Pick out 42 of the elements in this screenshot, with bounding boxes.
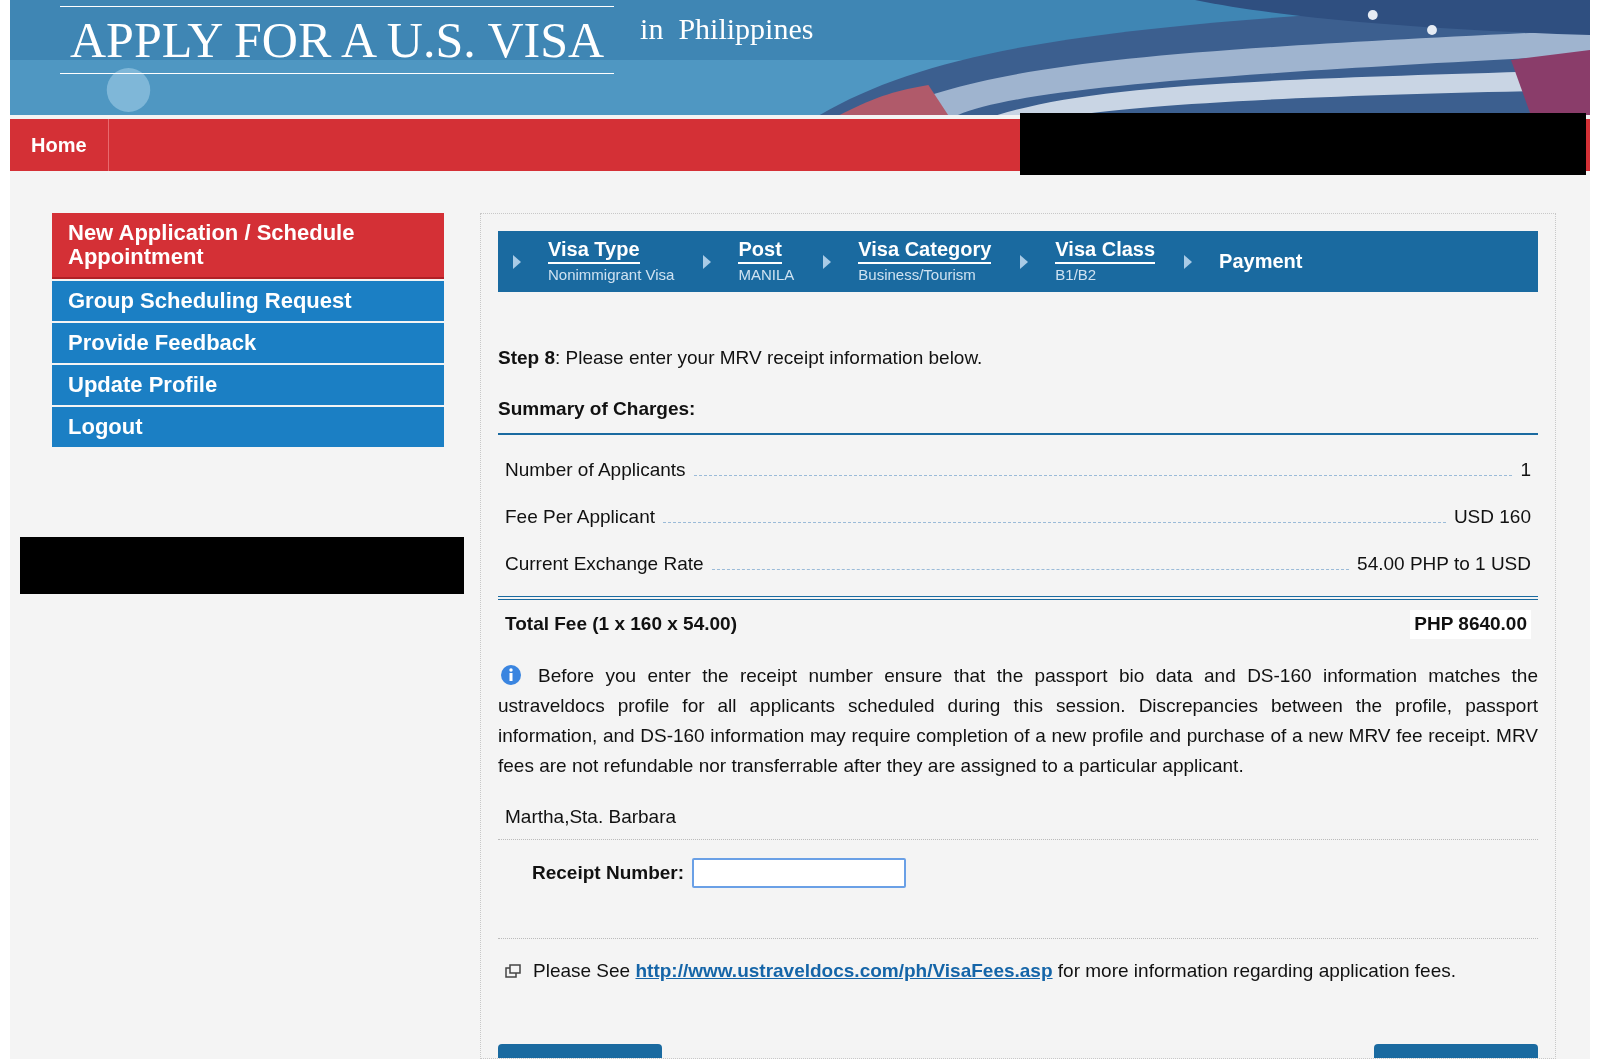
- charge-value: 1: [1519, 458, 1531, 483]
- step-label: Visa Type: [548, 237, 640, 264]
- step-value: Nonimmigrant Visa: [548, 265, 675, 285]
- charge-value: 54.00 PHP to 1 USD: [1356, 552, 1531, 577]
- site-title: APPLY FOR A U.S. VISA: [60, 6, 615, 74]
- step-label: Visa Class: [1055, 237, 1156, 264]
- arrow-icon: [822, 253, 833, 270]
- country-label: in Philippines: [640, 11, 814, 47]
- step-instruction: Step 8: Please enter your MRV receipt information below.: [498, 346, 984, 370]
- charge-label: Fee Per Applicant: [505, 505, 656, 530]
- charge-label: Current Exchange Rate: [505, 552, 705, 577]
- arrow-icon: [512, 253, 522, 270]
- total-value: PHP 8640.00: [1410, 610, 1531, 639]
- step-value: Business/Tourism: [858, 265, 977, 285]
- arrow-icon: [702, 253, 713, 270]
- sidebar-menu-item[interactable]: Group Scheduling Request: [52, 281, 444, 321]
- step-label: Payment: [1219, 249, 1303, 274]
- step-label: Visa Category: [858, 237, 992, 264]
- step-value: MANILA: [738, 265, 795, 285]
- back-button[interactable]: [498, 1044, 662, 1058]
- sidebar-menu-item[interactable]: Provide Feedback: [52, 323, 444, 363]
- sidebar-menu-item[interactable]: Update Profile: [52, 365, 444, 405]
- sidebar-menu-item[interactable]: New Application / Schedule Appointment: [52, 213, 444, 279]
- arrow-icon: [1019, 253, 1030, 270]
- sidebar-menu-item[interactable]: Logout: [52, 407, 444, 447]
- charge-label: Number of Applicants: [505, 458, 687, 483]
- fees-note: Please See http://www.ustraveldocs.com/ph/VisaFees.asp for more information regarding application fees.: [533, 959, 1456, 983]
- step-label: Post: [738, 237, 782, 264]
- step-value: B1/B2: [1055, 265, 1098, 285]
- info-icon: [500, 663, 522, 686]
- nav-link[interactable]: Home: [10, 119, 109, 171]
- total-label: Total Fee (1 x 160 x 54.00): [505, 612, 737, 636]
- external-link-icon: [505, 964, 521, 979]
- notice-text: Before you enter the receipt number ensure that the passport bio data and DS-160 information matches the ustraveldocs profile for all applicants scheduled during this session. Discrepancies between the profile, passport information, and DS-160 information may require completion of a new profile and purchase of a new MRV fee receipt. MRV fees are not refundable nor transferrable after they are assigned to a particular applicant.: [498, 662, 1538, 778]
- section-heading: Summary of Charges:: [498, 394, 1538, 435]
- fees-link[interactable]: http://www.ustraveldocs.com/ph/VisaFees.asp: [635, 960, 1053, 981]
- applicant-name: Martha,Sta. Barbara: [498, 802, 1538, 840]
- receipt-label: Receipt Number:: [532, 860, 685, 885]
- arrow-icon: [1183, 253, 1194, 270]
- receipt-number-field[interactable]: [692, 858, 907, 888]
- next-button[interactable]: [1374, 1044, 1538, 1058]
- charge-value: USD 160: [1452, 505, 1531, 530]
